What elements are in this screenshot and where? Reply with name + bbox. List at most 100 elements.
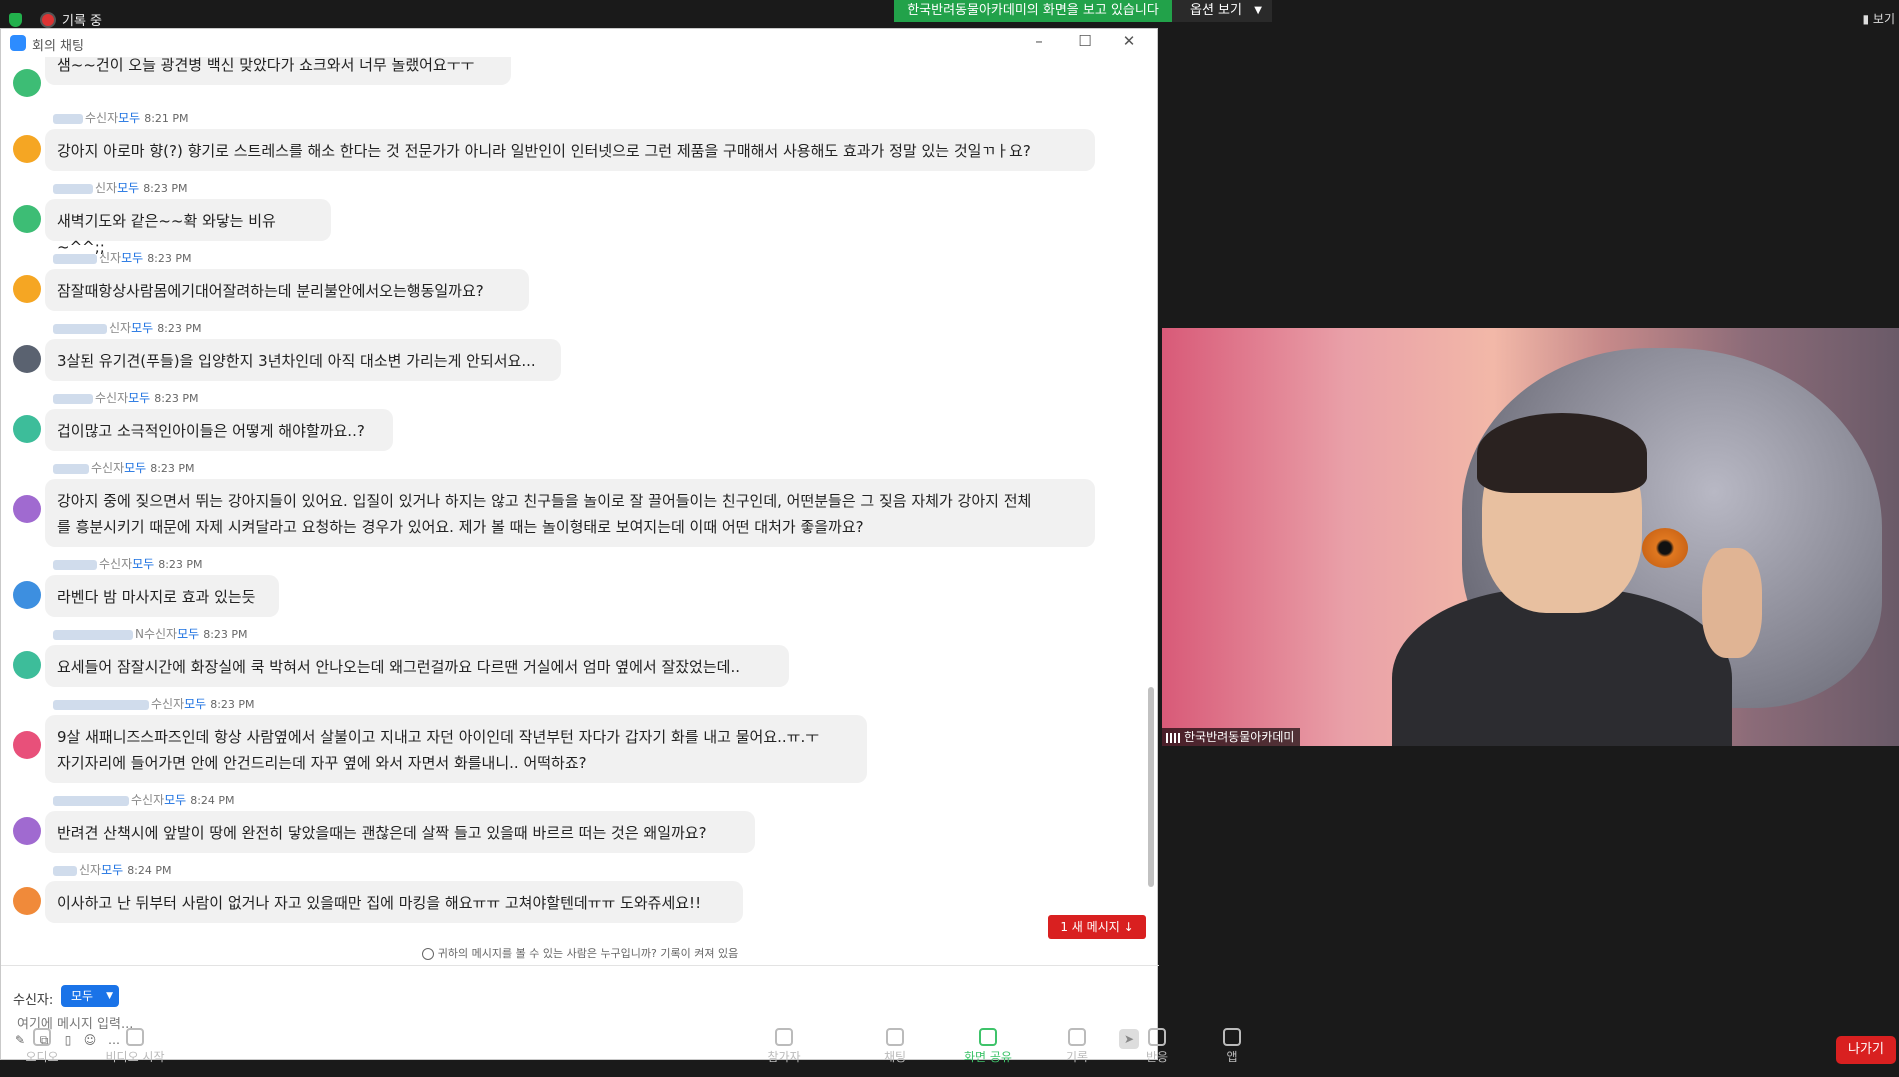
reaction-icon [1148,1028,1166,1046]
toolbar-participants-label: 참가자 [767,1050,801,1064]
chat-message: 신자모두 8:23 PM 새벽기도와 같은~~확 와닿는 비유~^^;; [1,179,1143,256]
toolbar-share-label: 화면 공유 [964,1050,1012,1064]
sender-name-redacted [53,323,107,334]
view-options-button[interactable]: 옵션 보기 ▼ [1172,0,1272,22]
chat-titlebar: 회의 채팅 – ☐ ✕ [1,29,1157,57]
message-scrollbar[interactable] [1147,57,1155,947]
sender-line: 신자모두 8:23 PM [53,179,188,196]
speaker-hair [1477,413,1647,493]
participant-video[interactable] [1162,328,1899,746]
message-bubble[interactable]: 잠잘때항상사람몸에기대어잘려하는데 분리불안에서오는행동일까요? [45,269,529,311]
toolbar-participants[interactable]: 참가자 [762,1028,806,1065]
sender-line: 수신자모두 8:23 PM [53,555,203,572]
message-time: 8:21 PM [144,112,189,125]
minimize-icon[interactable]: – [1029,32,1049,50]
speaker-hand [1702,548,1762,658]
toolbar-share-screen[interactable]: 화면 공유 [958,1028,1018,1065]
security-shield-icon[interactable] [9,13,22,27]
message-time: 8:23 PM [210,698,255,711]
message-bubble[interactable]: 이사하고 난 뒤부터 사람이 없거나 자고 있을때만 집에 마킹을 해요ㅠㅠ 고… [45,881,743,923]
message-bubble[interactable]: 새벽기도와 같은~~확 와닿는 비유~^^;; [45,199,331,256]
sender-tail: 수신자 [151,697,185,711]
avatar[interactable] [13,817,41,845]
message-time: 8:23 PM [203,628,248,641]
message-bubble[interactable]: 3살된 유기견(푸들)을 입양한지 3년차인데 아직 대소변 가리는게 안되서요… [45,339,561,381]
toolbar-record[interactable]: 기록 [1062,1028,1092,1065]
avatar[interactable] [13,731,41,759]
privacy-notice[interactable]: 귀하의 메시지를 볼 수 있는 사람은 누구입니까? 기록이 켜져 있음 [1,945,1159,961]
recipient-name[interactable]: 모두 [124,461,146,475]
recipient-name[interactable]: 모두 [184,697,206,711]
message-bubble[interactable]: 9살 새패니즈스파즈인데 항상 사람옆에서 살불이고 지내고 자던 아이인데 작… [45,715,867,783]
scroll-thumb[interactable] [1148,687,1154,887]
maximize-icon[interactable]: ☐ [1075,32,1095,50]
avatar[interactable] [13,69,41,97]
avatar[interactable] [13,581,41,609]
privacy-text: 귀하의 메시지를 볼 수 있는 사람은 누구입니까? 기록이 켜져 있음 [437,947,739,960]
view-button[interactable]: ▮ 보기 [1862,10,1899,27]
toolbar-reactions[interactable]: 반응 [1142,1028,1172,1065]
chat-icon [886,1028,904,1046]
recipient-name[interactable]: 모두 [121,251,143,265]
message-bubble[interactable]: 강아지 중에 짖으면서 뛰는 강아지들이 있어요. 입질이 있거나 하지는 않고… [45,479,1095,547]
avatar[interactable] [13,651,41,679]
sender-line: 수신자모두 8:23 PM [53,695,255,712]
recipient-name[interactable]: 모두 [131,321,153,335]
sender-name-redacted [53,393,93,404]
chat-message: N수신자모두 8:23 PM 요세들어 잠잘시간에 화장실에 쿡 박혀서 안나오는데… [1,625,1143,693]
avatar[interactable] [13,275,41,303]
sender-tail: 수신자 [95,391,129,405]
participant-name-tag: 한국반려동물아카데미 [1162,728,1301,746]
recipient-name[interactable]: 모두 [177,627,199,641]
avatar[interactable] [13,205,41,233]
new-message-button[interactable]: 1 새 메시지 ↓ [1048,915,1146,939]
message-bubble[interactable]: 샘~~건이 오늘 광견병 백신 맞았다가 쇼크와서 너무 놀랬어요ㅜㅜ [45,57,511,85]
message-bubble[interactable]: 반려견 산책시에 앞발이 땅에 완전히 닿았을때는 괜찮은데 살짝 들고 있을때… [45,811,755,853]
toolbar-chat[interactable]: 채팅 [880,1028,910,1065]
toolbar-video-label: 비디오 시작 [105,1050,165,1064]
sender-tail: 수신자 [85,111,119,125]
message-bubble[interactable]: 겁이많고 소극적인아이들은 어떻게 해야할까요..? [45,409,393,451]
recipient-name[interactable]: 모두 [118,111,140,125]
message-time: 8:23 PM [143,182,188,195]
message-bubble[interactable]: 요세들어 잠잘시간에 화장실에 쿡 박혀서 안나오는데 왜그런걸까요 다르땐 거… [45,645,789,687]
leave-button[interactable]: 나가기 [1836,1036,1896,1064]
avatar[interactable] [13,415,41,443]
cat-eye [1642,528,1688,568]
message-time: 8:24 PM [190,794,235,807]
message-bubble[interactable]: 강아지 아로마 향(?) 향기로 스트레스를 해소 한다는 것 전문가가 아니라… [45,129,1095,171]
message-time: 8:23 PM [147,252,192,265]
recipient-name[interactable]: 모두 [117,181,139,195]
toolbar-audio[interactable]: 오디오 [22,1028,62,1065]
recording-icon [40,12,56,28]
avatar[interactable] [13,345,41,373]
avatar[interactable] [13,887,41,915]
toolbar-audio-label: 오디오 [25,1050,59,1064]
sender-tail: 신자 [79,863,102,877]
recipient-name[interactable]: 모두 [132,557,154,571]
toolbar-video[interactable]: 비디오 시작 [100,1028,170,1065]
avatar[interactable] [13,495,41,523]
chevron-down-icon: ▼ [106,991,113,1001]
close-icon[interactable]: ✕ [1119,32,1139,50]
toolbar-apps[interactable]: 앱 [1222,1028,1242,1065]
participants-icon [775,1028,793,1046]
sender-name-redacted [53,463,89,474]
sender-name-redacted [53,559,97,570]
recipient-select[interactable]: 모두 ▼ [61,985,119,1007]
new-message-label: 1 새 메시지 [1060,920,1120,934]
screen-share-banner: 한국반려동물아카데미의 화면을 보고 있습니다 [894,0,1172,22]
message-bubble[interactable]: 라벤다 밤 마사지로 효과 있는듯 [45,575,279,617]
zoom-app-icon [10,35,26,51]
recipient-name[interactable]: 모두 [101,863,123,877]
sender-tail: N수신자 [135,627,178,641]
view-label: 보기 [1872,12,1895,26]
recipient-name[interactable]: 모두 [128,391,150,405]
zoom-top-strip: 기록 중 한국반려동물아카데미의 화면을 보고 있습니다 옵션 보기 ▼ ▮ 보… [0,0,1899,29]
sender-tail: 수신자 [91,461,125,475]
recipient-name[interactable]: 모두 [164,793,186,807]
message-time: 8:23 PM [154,392,199,405]
chat-message: 신자모두 8:23 PM 잠잘때항상사람몸에기대어잘려하는데 분리불안에서오는행동일… [1,249,1143,317]
sender-name-redacted [53,629,133,640]
avatar[interactable] [13,135,41,163]
